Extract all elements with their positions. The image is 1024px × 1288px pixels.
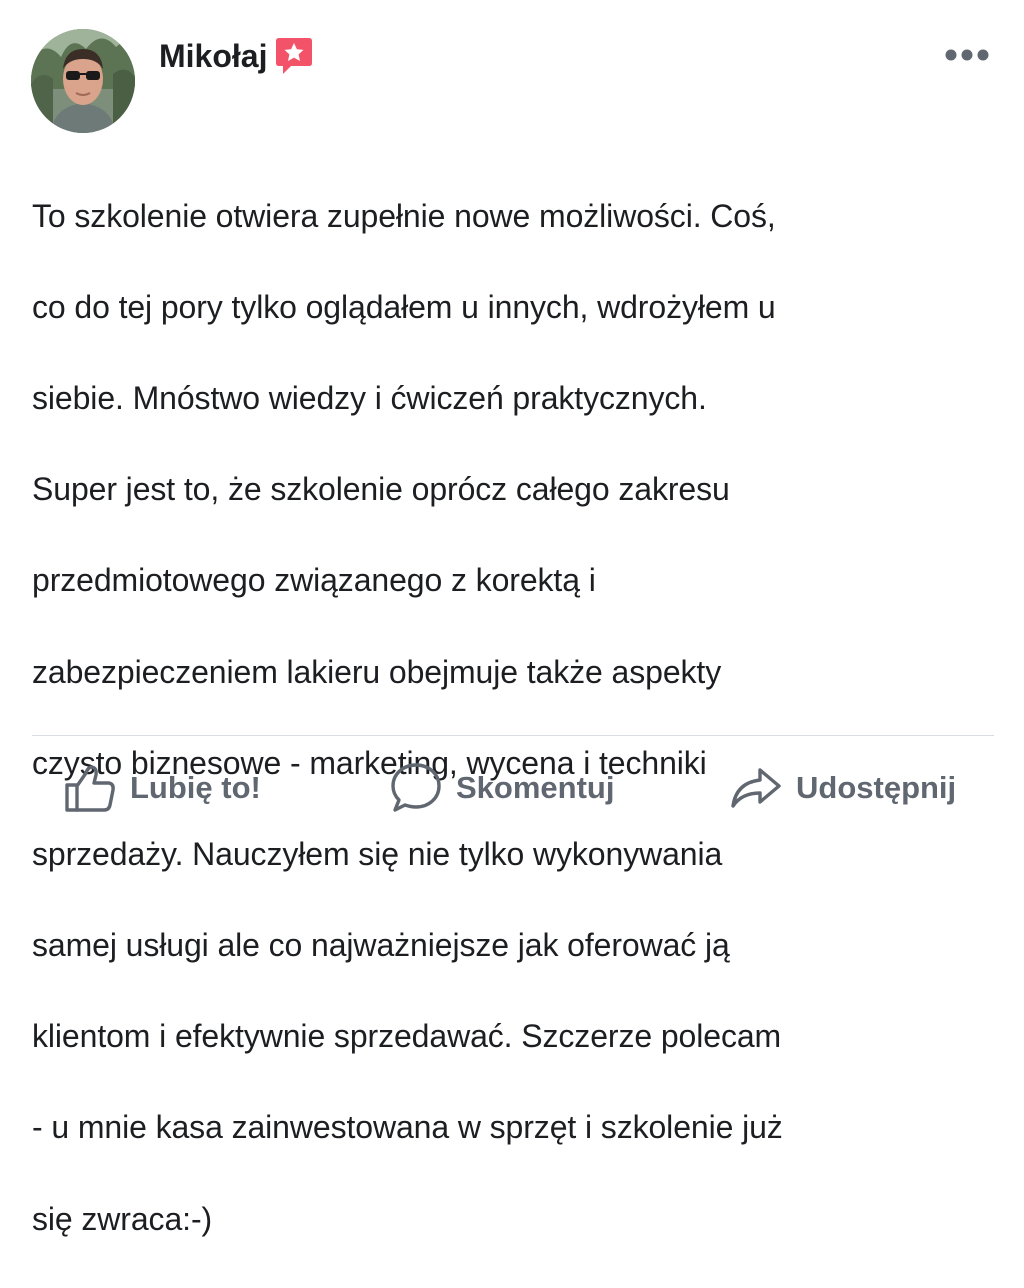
author-name[interactable]: Mikołaj [159, 36, 267, 76]
comment-bubble-icon [391, 763, 441, 812]
more-horizontal-icon [945, 49, 989, 61]
like-label: Lubię to! [130, 770, 261, 805]
post-text-line: samej usługi ale co najważniejsze jak of… [32, 927, 730, 964]
author-row: Mikołaj [159, 36, 313, 76]
share-arrow-icon [731, 768, 781, 808]
like-button[interactable]: Lubię to! [64, 755, 261, 821]
post-text-line: Super jest to, że szkolenie oprócz całeg… [32, 471, 730, 508]
post-text-line: co do tej pory tylko oglądałem u innych,… [32, 288, 776, 325]
post-text-line: To szkolenie otwiera zupełnie nowe możli… [32, 197, 776, 234]
post-body-text: To szkolenie otwiera zupełnie nowe możli… [32, 148, 992, 1288]
share-label: Udostępnij [796, 770, 957, 805]
post-text-line: siebie. Mnóstwo wiedzy i ćwiczeń praktyc… [32, 379, 707, 416]
avatar[interactable] [31, 29, 135, 133]
post-text-line: się zwraca:-) [32, 1200, 213, 1237]
more-options-button[interactable] [943, 44, 991, 66]
comment-button[interactable]: Skomentuj [390, 755, 614, 821]
post-text-line: sprzedaży. Nauczyłem się nie tylko wykon… [32, 835, 723, 872]
post-text-line: klientom i efektywnie sprzedawać. Szczer… [32, 1018, 782, 1055]
star-badge-icon [275, 36, 313, 76]
post-text-line: - u mnie kasa zainwestowana w sprzęt i s… [32, 1109, 783, 1146]
facebook-post: Mikołaj To szkolenie otwiera zupełnie no… [0, 0, 1024, 1237]
post-header: Mikołaj [30, 28, 995, 134]
share-button[interactable]: Udostępnij [730, 755, 956, 821]
post-text-line: zabezpieczeniem lakieru obejmuje także a… [32, 653, 722, 690]
post-text-line: przedmiotowego związanego z korektą i [32, 562, 596, 599]
divider [32, 735, 994, 736]
avatar-photo [31, 29, 135, 133]
post-actions-bar: Lubię to! Skomentuj Udostępnij [0, 755, 1024, 821]
thumbs-up-icon [65, 765, 115, 812]
comment-label: Skomentuj [456, 770, 615, 805]
